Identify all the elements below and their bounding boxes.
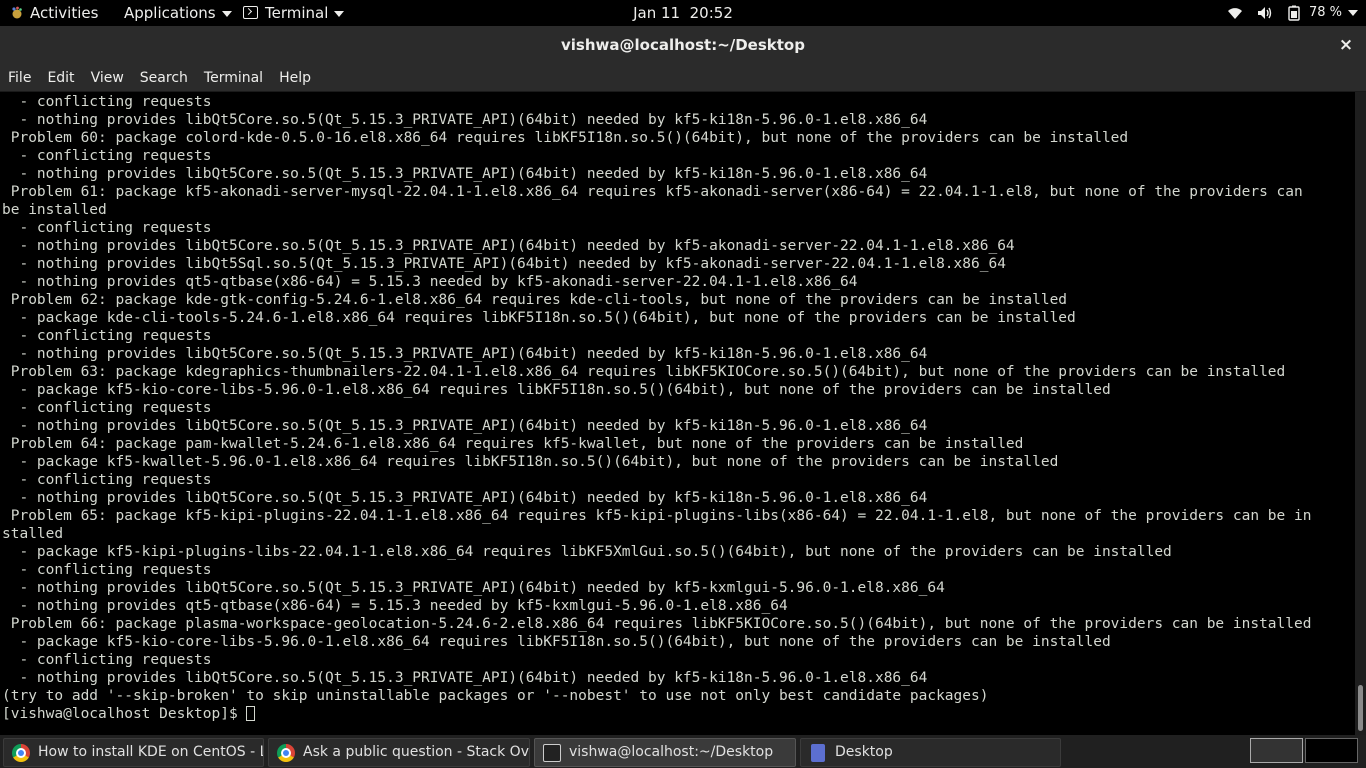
system-tray[interactable]: 78 % <box>1217 0 1358 26</box>
terminal-app-label: Terminal <box>265 4 329 22</box>
menu-file[interactable]: File <box>0 64 39 92</box>
terminal-line: - package kde-cli-tools-5.24.6-1.el8.x86… <box>2 310 1076 326</box>
terminal-output[interactable]: - conflicting requests - nothing provide… <box>0 92 1355 735</box>
window-titlebar[interactable]: vishwa@localhost:~/Desktop × <box>0 26 1366 64</box>
menu-help[interactable]: Help <box>271 64 319 92</box>
task-label: How to install KDE on CentOS - L... <box>38 744 264 760</box>
task-terminal[interactable]: vishwa@localhost:~/Desktop <box>534 738 796 767</box>
window-title: vishwa@localhost:~/Desktop <box>561 36 805 54</box>
terminal-line: - nothing provides qt5-qtbase(x86-64) = … <box>2 598 788 614</box>
terminal-line: - nothing provides libQt5Core.so.5(Qt_5.… <box>2 346 928 362</box>
clock[interactable]: Jan 11 20:52 <box>633 4 733 22</box>
chevron-down-icon <box>221 10 232 17</box>
applications-label: Applications <box>124 4 216 22</box>
chrome-icon <box>277 744 295 762</box>
terminal-line: - conflicting requests <box>2 148 212 164</box>
terminal-line: - conflicting requests <box>2 94 212 110</box>
terminal-line: - package kf5-kwallet-5.96.0-1.el8.x86_6… <box>2 454 1059 470</box>
terminal-line: Problem 62: package kde-gtk-config-5.24.… <box>2 292 1068 308</box>
terminal-line: - nothing provides libQt5Core.so.5(Qt_5.… <box>2 238 1015 254</box>
menu-view[interactable]: View <box>83 64 132 92</box>
menu-terminal[interactable]: Terminal <box>196 64 271 92</box>
terminal-line: Problem 66: package plasma-workspace-geo… <box>2 616 1312 632</box>
terminal-line: - conflicting requests <box>2 562 212 578</box>
terminal-line: - package kf5-kipi-plugins-libs-22.04.1-… <box>2 544 1172 560</box>
task-chrome-stackoverflow[interactable]: Ask a public question - Stack Over... <box>268 738 530 767</box>
terminal-line: - nothing provides libQt5Core.so.5(Qt_5.… <box>2 166 928 182</box>
terminal-line: - package kf5-kio-core-libs-5.96.0-1.el8… <box>2 634 1111 650</box>
terminal-line: - conflicting requests <box>2 220 212 236</box>
task-label: vishwa@localhost:~/Desktop <box>569 744 774 760</box>
top-bar: Activities Applications Terminal Jan 11 … <box>0 0 1366 26</box>
terminal-line: Problem 65: package kf5-kipi-plugins-22.… <box>2 508 1312 524</box>
task-chrome-kde-centos[interactable]: How to install KDE on CentOS - L... <box>3 738 264 767</box>
text-cursor[interactable] <box>246 706 256 721</box>
terminal-line: (try to add '--skip-broken' to skip unin… <box>2 688 989 704</box>
window-list: How to install KDE on CentOS - L... Ask … <box>0 735 1366 768</box>
terminal-line: - package kf5-kio-core-libs-5.96.0-1.el8… <box>2 382 1111 398</box>
task-desktop-folder[interactable]: Desktop <box>800 738 1061 767</box>
terminal-line: stalled <box>2 526 64 542</box>
terminal-line: - nothing provides libQt5Core.so.5(Qt_5.… <box>2 418 928 434</box>
terminal-line: be installed <box>2 202 107 218</box>
terminal-line: Problem 61: package kf5-akonadi-server-m… <box>2 184 1303 200</box>
menu-edit[interactable]: Edit <box>39 64 82 92</box>
battery-percentage: 78 % <box>1308 5 1342 20</box>
terminal-line: - nothing provides libQt5Core.so.5(Qt_5.… <box>2 580 945 596</box>
terminal-scrollbar[interactable] <box>1355 92 1366 735</box>
menu-search[interactable]: Search <box>132 64 196 92</box>
workspace-1[interactable] <box>1250 738 1303 763</box>
menu-bar: File Edit View Search Terminal Help <box>0 64 1366 92</box>
volume-icon <box>1257 6 1271 19</box>
workspace-2[interactable] <box>1305 738 1358 763</box>
terminal-line: Problem 63: package kdegraphics-thumbnai… <box>2 364 1286 380</box>
terminal-line: - nothing provides libQt5Sql.so.5(Qt_5.1… <box>2 256 1006 272</box>
task-label: Ask a public question - Stack Over... <box>303 744 529 760</box>
terminal-line: - conflicting requests <box>2 472 212 488</box>
workspace-switcher <box>1248 738 1358 766</box>
applications-menu[interactable]: Applications <box>124 0 232 26</box>
terminal-line: - conflicting requests <box>2 400 212 416</box>
terminal-line: Problem 60: package colord-kde-0.5.0-16.… <box>2 130 1129 146</box>
chrome-icon <box>12 744 30 762</box>
shell-prompt: [vishwa@localhost Desktop]$ <box>2 706 247 722</box>
scrollbar-thumb[interactable] <box>1358 685 1363 731</box>
terminal-line: - conflicting requests <box>2 328 212 344</box>
terminal-line: - nothing provides libQt5Core.so.5(Qt_5.… <box>2 670 928 686</box>
terminal-app-menu[interactable]: Terminal <box>243 0 345 26</box>
terminal-line: - nothing provides qt5-qtbase(x86-64) = … <box>2 274 858 290</box>
chevron-down-icon <box>334 10 345 17</box>
activities-button[interactable]: Activities <box>10 0 98 26</box>
battery-icon <box>1288 5 1300 21</box>
terminal-icon <box>243 6 258 19</box>
terminal-line: Problem 64: package pam-kwallet-5.24.6-1… <box>2 436 1024 452</box>
terminal-line: - nothing provides libQt5Core.so.5(Qt_5.… <box>2 490 928 506</box>
close-button[interactable]: × <box>1338 26 1354 64</box>
wifi-icon <box>1227 7 1242 19</box>
terminal-text: - conflicting requests - nothing provide… <box>0 92 1355 723</box>
activities-label: Activities <box>30 4 99 22</box>
terminal-icon <box>543 744 561 762</box>
gnome-foot-icon <box>12 6 22 19</box>
terminal-line: - conflicting requests <box>2 652 212 668</box>
chevron-down-icon <box>1348 9 1358 16</box>
terminal-line: - nothing provides libQt5Core.so.5(Qt_5.… <box>2 112 928 128</box>
folder-icon <box>811 744 825 762</box>
task-label: Desktop <box>835 744 893 760</box>
